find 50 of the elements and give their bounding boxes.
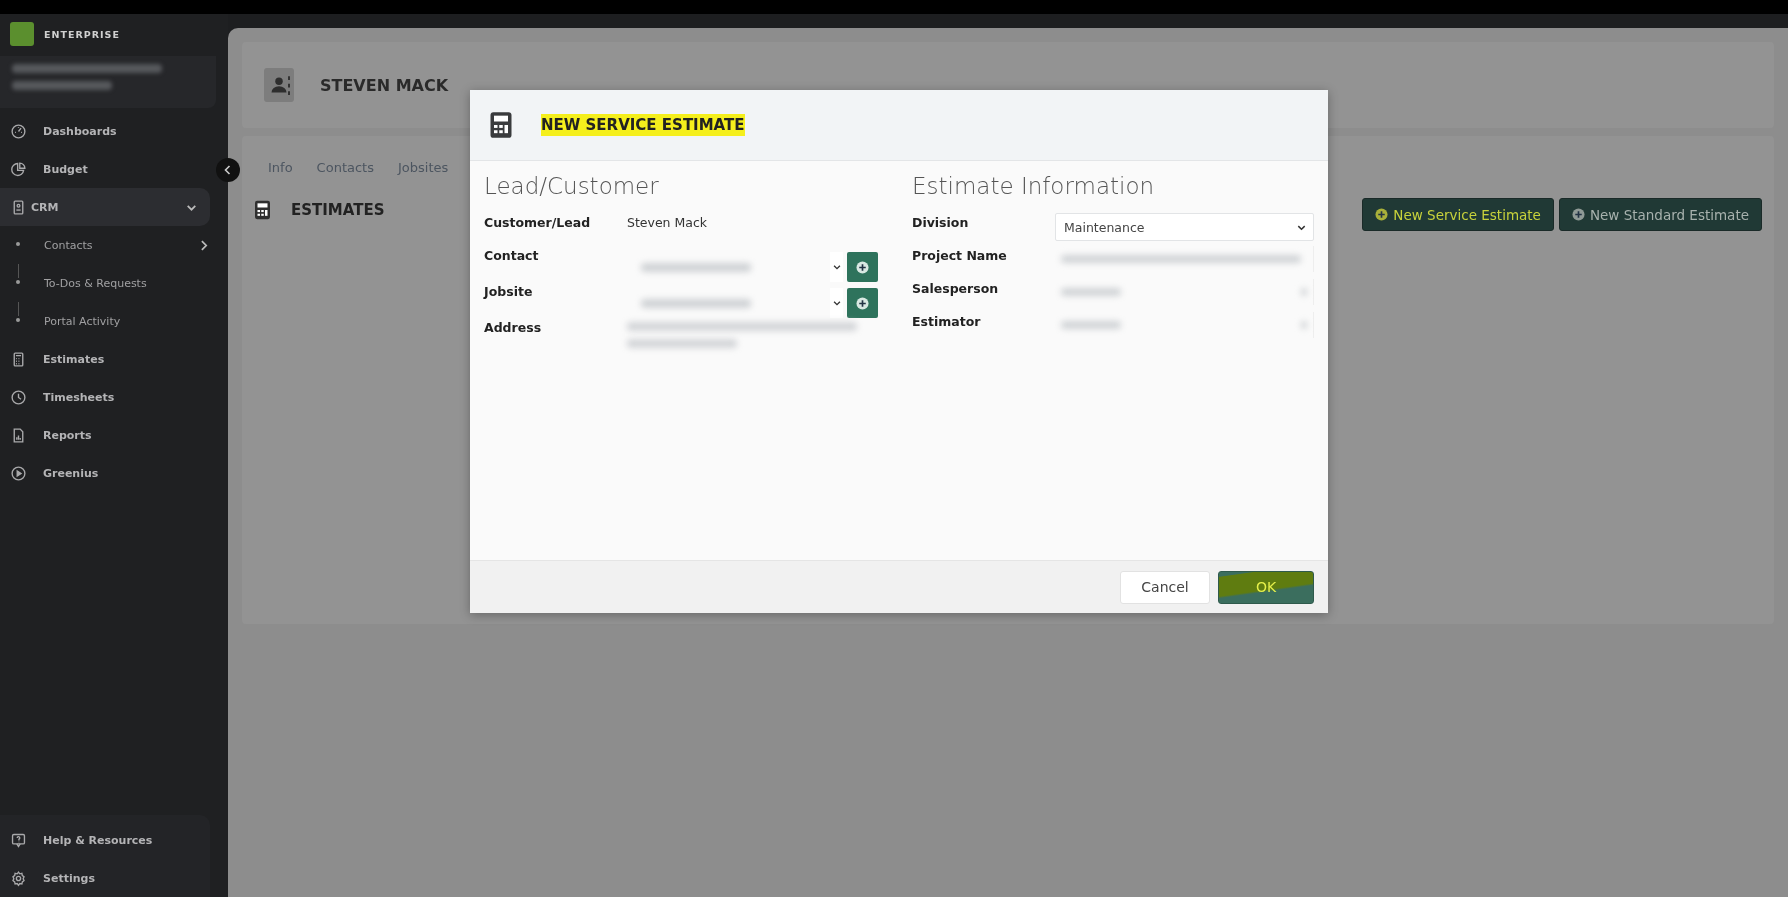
- sidebar-item[interactable]: Dashboards: [0, 112, 210, 150]
- select-field[interactable]: Maintenance: [1055, 213, 1314, 241]
- calculator-icon: [254, 199, 271, 220]
- section-heading: Lead/Customer: [484, 173, 660, 199]
- contact-name: STEVEN MACK: [320, 75, 449, 95]
- dialog-title: NEW SERVICE ESTIMATE: [541, 114, 745, 136]
- field-label: Salesperson: [912, 280, 1000, 296]
- sidebar-item[interactable]: Timesheets: [0, 378, 210, 416]
- help-icon: [10, 831, 27, 849]
- plus-icon: [856, 260, 869, 274]
- chevron-icon: [831, 262, 842, 272]
- sidebar-item[interactable]: Greenius: [0, 454, 210, 492]
- plus-icon: [1571, 208, 1585, 221]
- field-label: Estimator: [912, 313, 982, 329]
- cancel-button[interactable]: Cancel: [1120, 570, 1210, 604]
- sidebar-subitem[interactable]: To-Dos & Requests: [0, 264, 210, 302]
- gauge-icon: [10, 122, 27, 140]
- sidebar-subitem[interactable]: Contacts: [0, 226, 210, 264]
- address-book-icon: [264, 68, 294, 102]
- sidebar-item[interactable]: Estimates: [0, 340, 210, 378]
- field-label: Address: [484, 319, 543, 335]
- sidebar-item[interactable]: Help & Resources: [0, 821, 192, 859]
- field-label: Contact: [484, 247, 540, 263]
- brand-name: ENTERPRISE: [44, 28, 120, 40]
- pie-chart-icon: [10, 160, 27, 178]
- field-label: Division: [912, 214, 970, 230]
- field-label: Project Name: [912, 247, 1008, 263]
- logo-icon: [10, 22, 34, 46]
- field-value: Steven Mack: [627, 214, 709, 230]
- sidebar-item[interactable]: CRM: [0, 188, 210, 226]
- sidebar-item[interactable]: Settings: [0, 859, 192, 897]
- settings-icon: [10, 869, 27, 887]
- clock-icon: [10, 388, 27, 406]
- sidebar-subitem[interactable]: Portal Activity: [0, 302, 210, 340]
- plus-icon: [1375, 208, 1389, 221]
- chevron-icon: [831, 298, 842, 308]
- new-estimate-button[interactable]: New Standard Estimate: [1558, 198, 1762, 231]
- sidebar-item[interactable]: Budget: [0, 150, 210, 188]
- section-title: ESTIMATES: [291, 200, 385, 219]
- new-estimate-button[interactable]: New Service Estimate: [1362, 198, 1554, 231]
- play-icon: [10, 464, 27, 482]
- ok-button[interactable]: OK: [1218, 570, 1314, 604]
- field-label: Jobsite: [484, 283, 534, 299]
- section-heading: Estimate Information: [912, 173, 1156, 199]
- add-button[interactable]: [847, 288, 878, 318]
- plus-icon: [856, 296, 869, 310]
- field-label: Customer/Lead: [484, 214, 592, 230]
- add-button[interactable]: [847, 252, 878, 282]
- calculator-icon: [489, 111, 513, 139]
- sidebar-item[interactable]: Reports: [0, 416, 210, 454]
